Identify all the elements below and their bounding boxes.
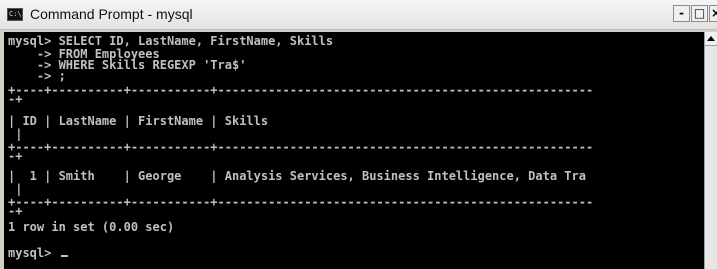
command-prompt-window: Command Prompt - mysql - □ × mysql> SELE… [0, 0, 717, 269]
vertical-scrollbar[interactable] [704, 32, 717, 269]
table-border-line: -+ [8, 204, 23, 218]
table-border-line: +----+----------+-----------+-----------… [8, 83, 594, 97]
table-row: | 1 | Smith | George | Analysis Services… [8, 169, 586, 183]
table-border-line: -+ [8, 149, 23, 163]
prompt-text: mysql> [8, 246, 59, 260]
minimize-button[interactable]: - [673, 5, 690, 22]
result-summary: 1 row in set (0.00 sec) [8, 220, 175, 234]
console-output[interactable]: mysql> SELECT ID, LastName, FirstName, S… [4, 32, 704, 269]
close-button[interactable]: × [709, 5, 717, 22]
table-border-line: -+ [8, 92, 23, 106]
prompt-line[interactable]: mysql> [8, 247, 68, 260]
maximize-button[interactable]: □ [691, 5, 708, 22]
window-title: Command Prompt - mysql [30, 6, 193, 22]
title-bar[interactable]: Command Prompt - mysql - □ × [0, 0, 717, 30]
table-header-row: | ID | LastName | FirstName | Skills [8, 114, 269, 128]
table-border-line: +----+----------+-----------+-----------… [8, 195, 594, 209]
console-line: -> ; [8, 69, 66, 83]
text-cursor [60, 255, 68, 257]
cmd-icon[interactable] [7, 8, 23, 21]
table-border-line: +----+----------+-----------+-----------… [8, 140, 594, 154]
arrow-up-icon[interactable] [705, 32, 717, 46]
